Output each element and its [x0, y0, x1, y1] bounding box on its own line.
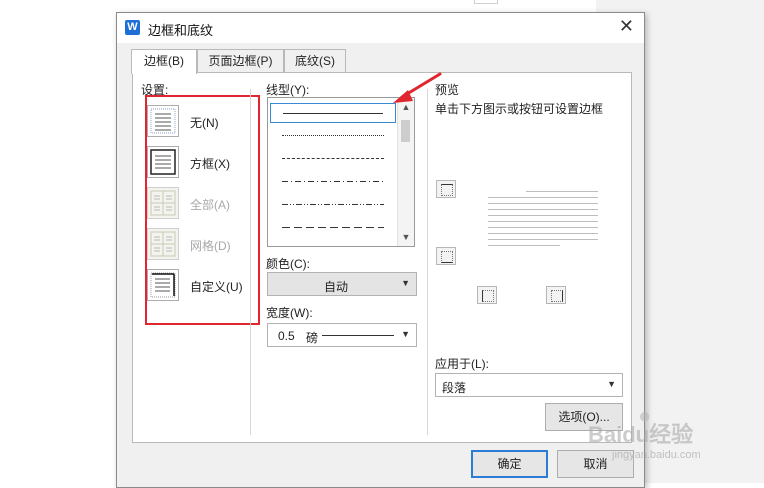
right-border-button[interactable] — [546, 286, 566, 304]
line-style-dashed[interactable] — [270, 149, 396, 169]
color-dropdown[interactable]: 自动 ▼ — [267, 272, 417, 296]
scroll-down-icon[interactable]: ▼ — [398, 230, 414, 244]
left-border-icon — [482, 290, 494, 302]
apply-to-value: 段落 — [442, 381, 467, 395]
color-value: 自动 — [324, 280, 349, 294]
dash-dot-dot-glyph — [282, 204, 384, 205]
left-border-button[interactable] — [477, 286, 497, 304]
width-line-sample — [322, 335, 394, 336]
top-border-icon — [441, 184, 453, 196]
chevron-down-icon: ▼ — [401, 278, 410, 288]
dash-dot-glyph — [282, 181, 384, 182]
preview-divider — [427, 89, 428, 435]
line-style-long-dash[interactable] — [270, 218, 396, 238]
chevron-down-icon: ▼ — [607, 379, 616, 389]
line-style-dash-dot-dot[interactable] — [270, 195, 396, 215]
settings-highlight-box — [145, 95, 260, 325]
width-dropdown[interactable]: 0.5 磅 ▼ — [267, 323, 417, 347]
watermark-text: Baidu经验 — [588, 422, 694, 447]
line-style-dotted[interactable] — [270, 126, 396, 146]
ok-button[interactable]: 确定 — [471, 450, 548, 478]
close-icon[interactable]: ✕ — [619, 16, 634, 37]
line-style-solid[interactable] — [270, 103, 396, 123]
width-unit: 磅 — [306, 331, 319, 345]
line-style-heading: 线型(Y): — [266, 83, 310, 97]
right-border-icon — [551, 290, 563, 302]
color-heading: 颜色(C): — [266, 257, 310, 271]
line-style-dash-dot[interactable] — [270, 172, 396, 192]
tab-borders[interactable]: 边框(B) — [131, 49, 197, 74]
apply-to-dropdown[interactable]: 段落 ▼ — [435, 373, 623, 397]
bottom-border-button[interactable] — [436, 247, 456, 265]
title-bar: W 边框和底纹 ✕ — [117, 13, 644, 43]
apply-to-heading: 应用于(L): — [435, 357, 490, 371]
bottom-border-icon — [441, 251, 453, 263]
settings-divider — [250, 89, 251, 435]
borders-and-shading-dialog: W 边框和底纹 ✕ 边框(B) 页面边框(P) 底纹(S) 设置: 无(N) 方… — [116, 12, 645, 488]
watermark-url: jingyan.baidu.com — [612, 449, 701, 461]
wps-app-icon: W — [125, 20, 140, 35]
tab-shading[interactable]: 底纹(S) — [284, 49, 346, 72]
width-value: 0.5 — [278, 329, 295, 343]
tab-page-border[interactable]: 页面边框(P) — [197, 49, 284, 72]
line-style-list[interactable]: ▲ ▼ — [267, 97, 415, 247]
preview-heading: 预览 — [435, 83, 460, 97]
line-style-scrollbar[interactable]: ▲ ▼ — [397, 98, 414, 246]
top-border-button[interactable] — [436, 180, 456, 198]
chevron-down-icon: ▼ — [401, 329, 410, 339]
preview-hint: 单击下方图示或按钮可设置边框 — [435, 102, 604, 116]
document-element — [474, 0, 498, 4]
borders-panel: 设置: 无(N) 方框(X) 全部(A) 网格(D) 自定义(U) 线型(Y):… — [132, 72, 632, 443]
baidu-watermark: ● Baidu经验 jingyan.baidu.com — [584, 395, 764, 465]
width-heading: 宽度(W): — [266, 306, 313, 320]
long-dash-glyph — [282, 227, 384, 228]
scroll-thumb[interactable] — [401, 120, 410, 142]
dialog-title: 边框和底纹 — [148, 23, 214, 38]
